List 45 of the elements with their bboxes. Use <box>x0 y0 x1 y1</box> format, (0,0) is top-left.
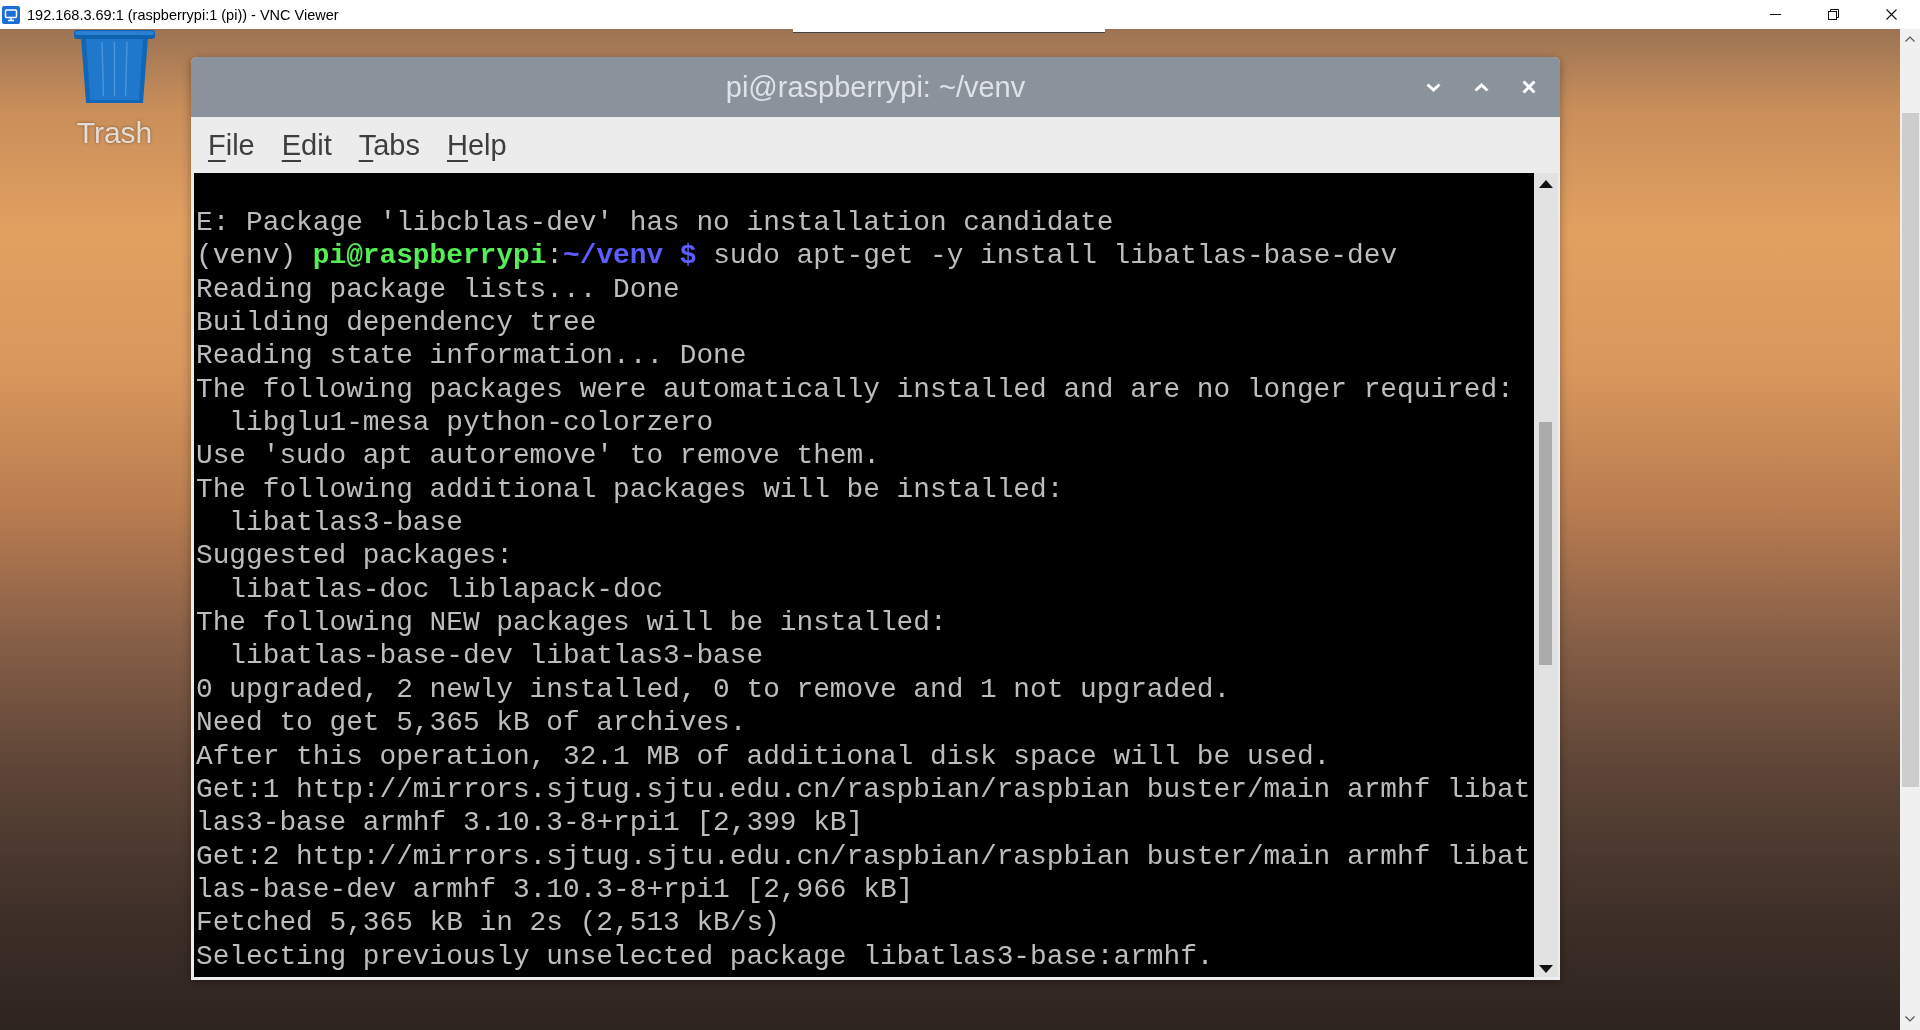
menu-item[interactable]: File <box>201 124 262 166</box>
triangle-down-icon[interactable] <box>1539 965 1553 973</box>
scrollbar-track[interactable] <box>1900 29 1920 1030</box>
minimize-icon <box>1769 14 1781 15</box>
window-title: pi@raspberrypi: ~/venv <box>725 70 1026 104</box>
terminal-line: Suggested packages: <box>196 539 513 573</box>
trash-icon[interactable] <box>74 30 155 103</box>
menu-item[interactable]: Help <box>440 124 514 166</box>
terminal-line: Get:2 http://mirrors.sjtug.sjtu.edu.cn/raspbian/raspbian buster/main armhf libat <box>196 839 1531 873</box>
terminal-line: libatlas-base-dev libatlas3-base <box>228 639 764 673</box>
toolbar-handle[interactable] <box>793 29 1105 33</box>
terminal-line: Need to get 5,365 kB of archives. <box>196 706 747 740</box>
terminal-line: E: Package 'libcblas-dev' has no installation candidate <box>196 206 1114 240</box>
chevron-up-icon <box>1473 82 1489 92</box>
scrollbar-thumb[interactable] <box>1902 113 1919 787</box>
terminal-line: las-base-dev armhf 3.10.3-8+rpi1 [2,966 kB] <box>196 872 914 907</box>
restore-icon <box>1827 9 1839 20</box>
terminal-line: libatlas3-base <box>228 506 463 540</box>
chevron-down-icon <box>1425 82 1441 92</box>
terminal-line: Selecting previously unselected package libatlas3-base:armhf. <box>196 939 1214 973</box>
terminal-line: After this operation, 32.1 MB of additional disk space will be used. <box>196 739 1331 773</box>
terminal-line: Building dependency tree <box>196 306 597 340</box>
terminal-line: The following additional packages will be installed: <box>196 472 1064 507</box>
scrollbar-thumb[interactable] <box>1539 422 1552 665</box>
terminal-line: libglu1-mesa python-colorzero <box>228 406 714 440</box>
terminal-line: The following NEW packages will be installed: <box>196 606 947 640</box>
terminal-line: las3-base armhf 3.10.3-8+rpi1 [2,399 kB] <box>196 806 864 840</box>
terminal-line: Use 'sudo apt autoremove' to remove them. <box>196 439 880 473</box>
terminal-line: Fetched 5,365 kB in 2s (2,513 kB/s) <box>196 906 780 940</box>
terminal-line: Reading package lists... Done <box>196 272 680 307</box>
window-title: 192.168.3.69:1 (raspberrypi:1 (pi)) - VNC Viewer <box>27 6 339 23</box>
triangle-up-icon[interactable] <box>1539 180 1553 188</box>
chevron-up-icon[interactable] <box>1905 36 1915 42</box>
terminal-line: The following packages were automatically installed and are no longer required: <box>196 372 1514 407</box>
scrollbar-track[interactable] <box>1534 173 1558 977</box>
terminal-line: 0 upgraded, 2 newly installed, 0 to remove and 1 not upgraded. <box>196 672 1231 707</box>
close-icon <box>1522 80 1536 94</box>
terminal-line: Reading state information... Done <box>196 339 747 373</box>
terminal-line: libatlas-doc liblapack-doc <box>228 572 664 607</box>
close-icon <box>1885 9 1897 20</box>
terminal-line: Get:1 http://mirrors.sjtug.sjtu.edu.cn/raspbian/raspbian buster/main armhf libat <box>196 772 1531 807</box>
chevron-down-icon[interactable] <box>1905 1016 1915 1022</box>
menu-item[interactable]: Tabs <box>351 124 427 166</box>
terminal-line: (venv) pi@raspberrypi:~/venv $ sudo apt-get -y install libatlas-base-dev <box>196 239 1398 273</box>
menu-item[interactable]: Edit <box>274 124 339 166</box>
